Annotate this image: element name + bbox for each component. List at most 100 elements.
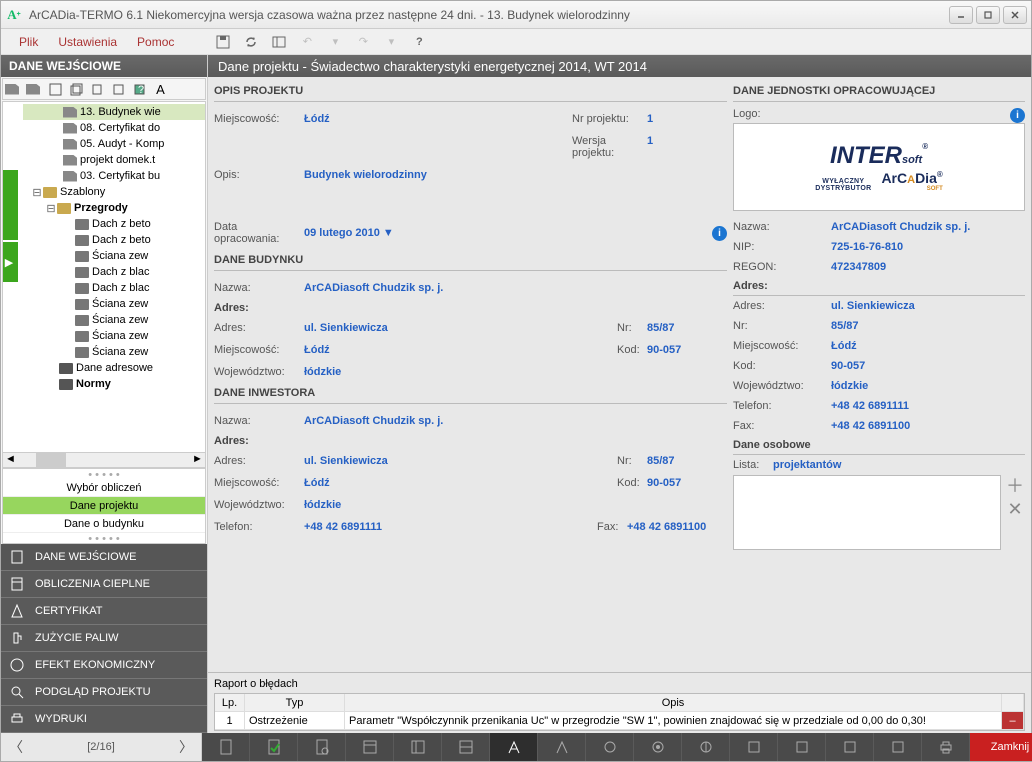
- info-icon[interactable]: i: [1010, 108, 1025, 123]
- nav-item-wybor[interactable]: Wybór obliczeń: [3, 479, 205, 497]
- value-miej-inwestor[interactable]: Łódź: [304, 477, 330, 489]
- value-data[interactable]: 09 lutego 2010 ▼: [304, 227, 394, 239]
- value-nip[interactable]: 725-16-76-810: [831, 241, 903, 253]
- fb-icon-4[interactable]: [346, 733, 394, 761]
- save-icon[interactable]: [214, 33, 232, 51]
- undo-dropdown-icon[interactable]: ▾: [326, 33, 344, 51]
- tb-save-icon[interactable]: [46, 80, 65, 98]
- tb-copy-icon[interactable]: [88, 80, 107, 98]
- tree-folder-przegrody[interactable]: ⊟Przegrody: [23, 200, 205, 216]
- fb-icon-8[interactable]: [538, 733, 586, 761]
- fb-icon-6[interactable]: [442, 733, 490, 761]
- value-nr-projektu[interactable]: 1: [647, 113, 727, 125]
- value-woj-jedn[interactable]: łódzkie: [831, 380, 868, 392]
- tree-item[interactable]: Ściana zew: [23, 344, 205, 360]
- tree-item[interactable]: 05. Audyt - Komp: [23, 136, 205, 152]
- tree-item[interactable]: projekt domek.t: [23, 152, 205, 168]
- tree-item[interactable]: 03. Certyfikat bu: [23, 168, 205, 184]
- remove-button[interactable]: ✕: [1005, 499, 1025, 519]
- value-adres-inwestor[interactable]: ul. Sienkiewicza: [304, 455, 388, 467]
- minimize-button[interactable]: [949, 6, 973, 24]
- info-icon[interactable]: i: [712, 226, 727, 241]
- btmnav-obliczenia[interactable]: OBLICZENIA CIEPLNE: [1, 571, 207, 598]
- fb-icon-13[interactable]: [778, 733, 826, 761]
- value-miej-jedn[interactable]: Łódź: [831, 340, 857, 352]
- tree-folder-szablony[interactable]: ⊟Szablony: [23, 184, 205, 200]
- menu-help[interactable]: Pomoc: [127, 31, 184, 53]
- tree-expand-arrow[interactable]: ▶: [2, 242, 18, 282]
- tree-item[interactable]: Ściana zew: [23, 312, 205, 328]
- projektanci-listbox[interactable]: [733, 475, 1001, 550]
- nav-item-dane-budynku[interactable]: Dane o budynku: [3, 515, 205, 533]
- redo-icon[interactable]: ↷: [354, 33, 372, 51]
- value-woj-inwestor[interactable]: łódzkie: [304, 499, 341, 511]
- close-button[interactable]: [1003, 6, 1027, 24]
- fb-icon-15[interactable]: [874, 733, 922, 761]
- value-wersja[interactable]: 1: [647, 135, 727, 159]
- refresh-icon[interactable]: [242, 33, 260, 51]
- value-lista[interactable]: projektantów: [773, 459, 841, 471]
- tree-item[interactable]: Ściana zew: [23, 296, 205, 312]
- fb-print-icon[interactable]: [922, 733, 970, 761]
- value-adres-budynku[interactable]: ul. Sienkiewicza: [304, 322, 388, 334]
- menu-file[interactable]: Plik: [9, 31, 48, 53]
- value-nazwa-jedn[interactable]: ArCADiasoft Chudzik sp. j.: [831, 221, 970, 233]
- maximize-button[interactable]: [976, 6, 1000, 24]
- value-adres-jedn[interactable]: ul. Sienkiewicza: [831, 300, 915, 312]
- logo-box[interactable]: INTERsoft® WYŁĄCZNYDYSTRYBUTOR ArCADia®S…: [733, 123, 1025, 211]
- btmnav-efekt[interactable]: EFEKT EKONOMICZNY: [1, 652, 207, 679]
- tree-item[interactable]: 13. Budynek wie: [23, 104, 205, 120]
- fb-icon-3[interactable]: [298, 733, 346, 761]
- nav-item-dane-projektu[interactable]: Dane projektu: [3, 497, 205, 515]
- tree-item[interactable]: 08. Certyfikat do: [23, 120, 205, 136]
- tree-hscroll[interactable]: ◄►: [3, 452, 205, 467]
- add-button[interactable]: ＋: [1005, 475, 1025, 495]
- value-nr-budynku[interactable]: 85/87: [647, 322, 727, 334]
- value-nr-inwestor[interactable]: 85/87: [647, 455, 727, 467]
- tree-item[interactable]: Dach z beto: [23, 216, 205, 232]
- fb-icon-9[interactable]: [586, 733, 634, 761]
- project-tree[interactable]: ▶ 13. Budynek wie 08. Certyfikat do 05. …: [2, 101, 206, 468]
- tree-item[interactable]: Dach z blac: [23, 280, 205, 296]
- btmnav-certyfikat[interactable]: CERTYFIKAT: [1, 598, 207, 625]
- fb-icon-7[interactable]: [490, 733, 538, 761]
- delete-row-button[interactable]: –: [1002, 712, 1024, 729]
- fb-icon-12[interactable]: [730, 733, 778, 761]
- tree-item[interactable]: Dach z blac: [23, 264, 205, 280]
- tree-folder-normy[interactable]: Normy: [23, 376, 205, 392]
- value-kod-inwestor[interactable]: 90-057: [647, 477, 727, 489]
- fb-doc-icon[interactable]: [202, 733, 250, 761]
- page-prev-button[interactable]: 〈: [1, 737, 31, 757]
- fb-icon-11[interactable]: [682, 733, 730, 761]
- tb-compass-icon[interactable]: A: [151, 80, 170, 98]
- undo-icon[interactable]: ↶: [298, 33, 316, 51]
- fb-icon-14[interactable]: [826, 733, 874, 761]
- value-kod-jedn[interactable]: 90-057: [831, 360, 865, 372]
- value-kod-budynku[interactable]: 90-057: [647, 344, 727, 356]
- value-nazwa-inwestor[interactable]: ArCADiasoft Chudzik sp. j.: [304, 415, 443, 427]
- btmnav-wydruki[interactable]: WYDRUKI: [1, 706, 207, 733]
- report-row[interactable]: 1 Ostrzeżenie Parametr "Współczynnik prz…: [215, 712, 1024, 730]
- btmnav-podglad[interactable]: PODGLĄD PROJEKTU: [1, 679, 207, 706]
- menu-settings[interactable]: Ustawienia: [48, 31, 127, 53]
- value-tel-jedn[interactable]: +48 42 6891111: [831, 400, 909, 412]
- value-tel-inwestor[interactable]: +48 42 6891111: [304, 521, 382, 533]
- tree-folder-adresowe[interactable]: Dane adresowe: [23, 360, 205, 376]
- tb-help-icon[interactable]: ?: [130, 80, 149, 98]
- value-fax-inwestor[interactable]: +48 42 6891100: [627, 521, 727, 533]
- fb-doc-check-icon[interactable]: [250, 733, 298, 761]
- value-nazwa-budynku[interactable]: ArCADiasoft Chudzik sp. j.: [304, 282, 443, 294]
- tb-open-icon[interactable]: [25, 80, 44, 98]
- tree-item[interactable]: Ściana zew: [23, 248, 205, 264]
- btmnav-zuzycie[interactable]: ZUŻYCIE PALIW: [1, 625, 207, 652]
- tree-item[interactable]: Dach z beto: [23, 232, 205, 248]
- tb-import-icon[interactable]: [109, 80, 128, 98]
- tb-new-icon[interactable]: [4, 80, 23, 98]
- redo-dropdown-icon[interactable]: ▾: [382, 33, 400, 51]
- help-icon[interactable]: ?: [410, 33, 428, 51]
- page-next-button[interactable]: 〉: [171, 737, 201, 757]
- close-app-button[interactable]: Zamknij: [970, 733, 1032, 761]
- value-fax-jedn[interactable]: +48 42 6891100: [831, 420, 910, 432]
- value-woj-budynku[interactable]: łódzkie: [304, 366, 341, 378]
- toggle-panel-icon[interactable]: [270, 33, 288, 51]
